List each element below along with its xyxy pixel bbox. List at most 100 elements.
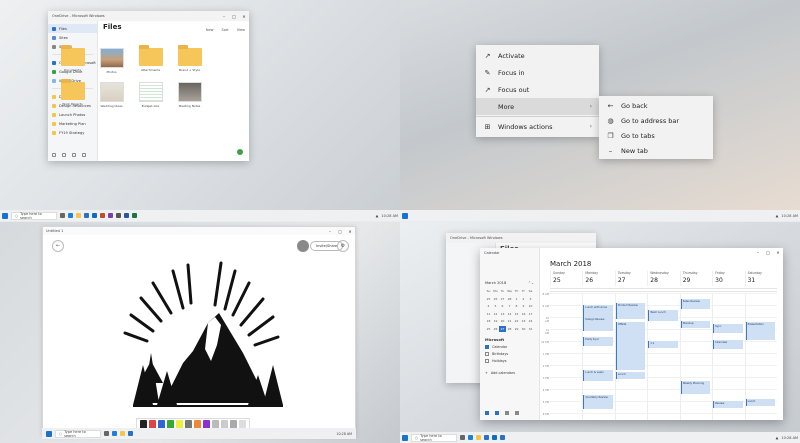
calendar-toggle[interactable]: Calendar bbox=[480, 342, 539, 349]
maximize-button[interactable]: □ bbox=[229, 14, 239, 19]
day-number[interactable]: 28 bbox=[647, 277, 679, 286]
taskbar-clock[interactable]: 10:28 AM bbox=[781, 436, 798, 440]
settings-icon[interactable] bbox=[116, 213, 121, 218]
mini-day[interactable]: 3 bbox=[527, 296, 534, 302]
file-item[interactable]: Work Projects bbox=[53, 79, 92, 108]
mini-day[interactable]: 18 bbox=[485, 318, 492, 324]
sidebar-item-files[interactable]: Files bbox=[48, 24, 97, 33]
sidebar-item-sites[interactable]: Sites bbox=[48, 33, 97, 42]
calendar-event[interactable]: Standup bbox=[680, 320, 711, 328]
excel-icon[interactable] bbox=[132, 213, 137, 218]
day-number[interactable]: 31 bbox=[744, 277, 777, 286]
network-icon[interactable]: ▲ bbox=[776, 214, 779, 218]
calendar-titlebar[interactable]: Calendar bbox=[480, 248, 539, 258]
day-number[interactable]: 30 bbox=[712, 277, 744, 286]
mini-day[interactable]: 25 bbox=[485, 296, 492, 302]
settings-icon[interactable] bbox=[515, 411, 519, 415]
menu-item-more[interactable]: More › bbox=[476, 98, 599, 115]
close-button[interactable]: ✕ bbox=[239, 14, 249, 19]
mini-day[interactable]: 14 bbox=[506, 311, 513, 317]
maximize-button[interactable]: □ bbox=[335, 229, 345, 234]
menu-item-focus-out[interactable]: ↗ Focus out bbox=[476, 81, 599, 98]
toolbar-new-button[interactable]: New bbox=[206, 28, 214, 32]
calendar-event[interactable]: Interview bbox=[713, 339, 743, 350]
mini-day[interactable]: 21 bbox=[506, 318, 513, 324]
calendar-event[interactable]: Offsite bbox=[615, 321, 646, 370]
calendar-event[interactable]: Review bbox=[713, 401, 743, 409]
sidebar-item-marketing-plan[interactable]: Marketing Plan bbox=[48, 119, 97, 128]
task-view-icon[interactable] bbox=[460, 435, 465, 440]
account-icon[interactable] bbox=[72, 153, 76, 157]
file-item[interactable]: Attachments bbox=[131, 45, 170, 74]
mini-day[interactable]: 11 bbox=[485, 311, 492, 317]
mini-day[interactable]: 13 bbox=[499, 311, 506, 317]
mini-day[interactable]: 27 bbox=[499, 296, 506, 302]
mini-day[interactable]: 24 bbox=[527, 318, 534, 324]
mini-day[interactable]: 28 bbox=[506, 326, 513, 332]
avatar[interactable] bbox=[297, 240, 309, 252]
mini-day[interactable]: 30 bbox=[520, 326, 527, 332]
word-icon[interactable] bbox=[124, 213, 129, 218]
file-item[interactable]: Brand + Style bbox=[170, 45, 209, 74]
menu-item-go-to-tabs[interactable]: ❐ Go to tabs bbox=[599, 128, 713, 143]
store-icon[interactable] bbox=[128, 431, 133, 436]
people-icon[interactable] bbox=[505, 411, 509, 415]
menu-item-windows-actions[interactable]: ⊞ Windows actions › bbox=[476, 118, 599, 135]
day-number[interactable]: 27 bbox=[614, 277, 647, 286]
minimize-button[interactable]: – bbox=[219, 14, 229, 19]
photos-icon[interactable] bbox=[100, 213, 105, 218]
onenote-icon[interactable] bbox=[108, 213, 113, 218]
taskbar-clock[interactable]: 10:28 AM bbox=[781, 214, 798, 218]
calendar-event[interactable]: Daily Sync bbox=[583, 337, 613, 346]
ink-drawing[interactable] bbox=[113, 253, 293, 413]
store-icon[interactable] bbox=[484, 435, 489, 440]
mini-day[interactable]: 17 bbox=[527, 311, 534, 317]
back-button[interactable]: ← bbox=[52, 240, 64, 252]
whiteboard-titlebar[interactable]: Untitled 1 – □ ✕ bbox=[43, 227, 355, 235]
calendar-event[interactable]: Lunch bbox=[615, 372, 646, 380]
toolbar-view-button[interactable]: View bbox=[237, 28, 245, 32]
mini-day[interactable]: 23 bbox=[520, 318, 527, 324]
network-icon[interactable]: ▲ bbox=[376, 214, 379, 218]
calendar-event[interactable]: Lunch & Learn bbox=[583, 369, 613, 381]
sync-icon[interactable] bbox=[82, 153, 86, 157]
mail-icon[interactable] bbox=[485, 411, 489, 415]
calendar-event[interactable]: 1:1 bbox=[648, 341, 678, 349]
taskbar-search[interactable]: ○ Type here to search bbox=[411, 433, 457, 442]
calendar-event[interactable]: Presentation bbox=[745, 321, 775, 340]
calendar-icon[interactable] bbox=[495, 411, 499, 415]
calendar-toggle[interactable]: Holidays bbox=[480, 356, 539, 363]
day-number[interactable]: 29 bbox=[679, 277, 712, 286]
start-button[interactable] bbox=[402, 434, 408, 441]
calendar-toggle[interactable]: Birthdays bbox=[480, 349, 539, 356]
edge-icon[interactable] bbox=[468, 435, 473, 440]
mini-day[interactable]: 26 bbox=[492, 296, 499, 302]
calendar-event[interactable]: Sync bbox=[713, 324, 743, 333]
settings-button[interactable]: ⚙ bbox=[337, 240, 349, 252]
mini-day[interactable]: 31 bbox=[527, 326, 534, 332]
menu-item-go-to-address-bar[interactable]: ◍ Go to address bar bbox=[599, 113, 713, 128]
sidebar-item-fy19-strategy[interactable]: FY19 Strategy bbox=[48, 128, 97, 137]
mini-day[interactable]: 12 bbox=[492, 311, 499, 317]
calendar-event[interactable]: Lunch with Anna bbox=[583, 305, 613, 317]
mini-day[interactable]: 4 bbox=[485, 303, 492, 309]
mini-day[interactable]: 29 bbox=[513, 326, 520, 332]
mail-icon[interactable] bbox=[92, 213, 97, 218]
store-icon[interactable] bbox=[84, 213, 89, 218]
file-item[interactable]: Documents bbox=[53, 45, 92, 74]
taskbar-search[interactable]: ○ Type here to search bbox=[11, 211, 57, 220]
start-button[interactable] bbox=[46, 430, 52, 437]
add-calendars-link[interactable]: + Add calendars bbox=[480, 363, 539, 375]
mini-day[interactable]: 2 bbox=[520, 296, 527, 302]
day-number[interactable]: 25 bbox=[550, 277, 582, 286]
start-button[interactable] bbox=[402, 212, 408, 219]
calendar-event[interactable]: Lunch bbox=[745, 398, 775, 406]
week-grid[interactable]: Lunch with Anna Design Review Daily Sync Pr… bbox=[550, 293, 777, 420]
mini-day[interactable]: 7 bbox=[506, 303, 513, 309]
mini-day[interactable]: 8 bbox=[513, 303, 520, 309]
chevron-up-down-icon[interactable]: ⌃⌄ bbox=[528, 281, 534, 285]
maximize-button[interactable]: □ bbox=[763, 250, 773, 255]
day-number[interactable]: 26 bbox=[582, 277, 614, 286]
sidebar-item-launch-photos[interactable]: Launch Photos bbox=[48, 110, 97, 119]
file-item[interactable]: Budget.xlsx bbox=[131, 82, 170, 108]
